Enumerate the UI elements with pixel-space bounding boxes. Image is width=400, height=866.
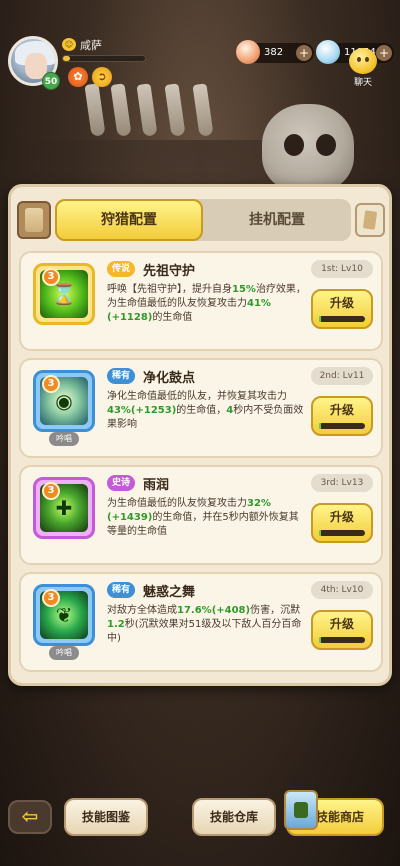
swirl-buff-icon[interactable]: ➲	[92, 67, 112, 87]
player-name: 咸萨	[80, 39, 102, 52]
skill-description: 净化生命值最低的队友，并恢复其攻击力43%(+1253)的生命值，4秒内不受负面…	[107, 391, 304, 430]
slot-level-tag: 1st: Lv10	[311, 260, 373, 278]
upgrade-progress	[319, 316, 365, 322]
upgrade-button[interactable]: 升级	[311, 289, 373, 329]
bottom-bar: ⇦ 技能图鉴 技能仓库 技能商店	[0, 790, 400, 866]
player-level-badge: 50	[42, 72, 60, 90]
star-level-badge: 3	[42, 482, 60, 500]
upgrade-progress	[319, 530, 365, 536]
rarity-badge: 稀有	[107, 368, 136, 384]
gems-value: 382	[264, 47, 284, 58]
tab-hunting-config[interactable]: 狩猎配置	[55, 199, 203, 241]
skill-card[interactable]: ✚ 3 史诗 雨润 3rd: Lv13 为生命值最低的队友恢复攻击力32%(+1…	[19, 465, 383, 565]
gem-icon	[236, 40, 260, 64]
ancestor-totem-icon: ⌛	[51, 282, 77, 306]
chat-button[interactable]: 聊天	[348, 48, 378, 88]
skill-name: 净化鼓点	[143, 371, 196, 386]
skill-book-icon	[284, 790, 318, 830]
background-skull	[262, 104, 354, 192]
star-level-badge: 3	[42, 589, 60, 607]
slot-level-tag: 2nd: Lv11	[311, 367, 373, 385]
skill-card[interactable]: ⌛ 3 传说 先祖守护 1st: Lv10 呼唤【先祖守护】，提升自身15%治疗…	[19, 251, 383, 351]
skill-config-panel: 狩猎配置 挂机配置 ⌛ 3 传说 先祖守护 1st: Lv10 呼唤【先祖守护】…	[8, 184, 392, 686]
exp-bar-fill	[63, 56, 70, 61]
skill-description: 对敌方全体造成17.6%(+408)伤害，沉默1.2秒(沉默效果对51级及以下敌…	[107, 605, 302, 644]
upgrade-button[interactable]: 升级	[311, 503, 373, 543]
chat-label: 聊天	[353, 78, 372, 88]
skill-name: 先祖守护	[143, 264, 196, 279]
skill-name: 雨润	[143, 478, 170, 493]
star-level-badge: 3	[42, 268, 60, 286]
upgrade-label: 升级	[329, 617, 354, 631]
skill-card[interactable]: ❦ 3 吟唱 稀有 魅惑之舞 4th: Lv10 对敌方全体造成17.6%(+4…	[19, 572, 383, 672]
upgrade-button[interactable]: 升级	[311, 610, 373, 650]
top-hud: 50 ☺ 咸萨 ✿ ➲ 382 + 11854 + 聊天	[0, 0, 400, 100]
skill-icon-frame[interactable]: ◉ 3	[33, 370, 95, 432]
chant-tag: 吟唱	[49, 432, 79, 446]
dancer-icon: ❦	[55, 603, 73, 627]
skill-shop-button[interactable]: 技能商店	[284, 790, 384, 836]
slot-level-tag: 4th: Lv10	[311, 581, 373, 599]
chat-face-icon	[349, 48, 377, 74]
skill-codex-button[interactable]: 技能图鉴	[64, 798, 148, 836]
exp-bar	[62, 55, 146, 62]
emoji-face-icon: ☺	[62, 38, 76, 51]
add-gems-button[interactable]: +	[296, 45, 312, 61]
upgrade-label: 升级	[329, 296, 354, 310]
skill-name: 魅惑之舞	[143, 585, 196, 600]
config-scroll-button[interactable]	[355, 203, 385, 237]
upgrade-label: 升级	[329, 403, 354, 417]
rarity-badge: 史诗	[107, 475, 136, 491]
scroll-icon[interactable]	[17, 201, 51, 239]
star-level-badge: 3	[42, 375, 60, 393]
skill-shop-label: 技能商店	[316, 810, 365, 824]
back-button[interactable]: ⇦	[8, 800, 52, 834]
skill-description: 为生命值最低的队友恢复攻击力32%(+1439)的生命值，并在5秒内额外恢复其等…	[107, 498, 299, 537]
mushroom-buff-icon[interactable]: ✿	[68, 67, 88, 87]
tab-idle-config[interactable]: 挂机配置	[203, 199, 351, 241]
skill-icon-frame[interactable]: ⌛ 3	[33, 263, 95, 325]
upgrade-progress	[319, 423, 365, 429]
add-pearls-button[interactable]: +	[376, 45, 392, 61]
slot-level-tag: 3rd: Lv13	[311, 474, 373, 492]
skill-icon-frame[interactable]: ✚ 3	[33, 477, 95, 539]
skill-description: 呼唤【先祖守护】，提升自身15%治疗效果，为生命值最低的队友恢复攻击力41%(+…	[107, 284, 306, 323]
chant-tag: 吟唱	[49, 646, 79, 660]
rarity-badge: 传说	[107, 261, 136, 277]
skill-storage-button[interactable]: 技能仓库	[192, 798, 276, 836]
skill-icon-frame[interactable]: ❦ 3	[33, 584, 95, 646]
skill-card[interactable]: ◉ 3 吟唱 稀有 净化鼓点 2nd: Lv11 净化生命值最低的队友，并恢复其…	[19, 358, 383, 458]
pearl-icon	[316, 40, 340, 64]
upgrade-button[interactable]: 升级	[311, 396, 373, 436]
tab-bar: 狩猎配置 挂机配置	[55, 199, 351, 241]
upgrade-progress	[319, 637, 365, 643]
gems-counter: 382 +	[236, 40, 314, 64]
rarity-badge: 稀有	[107, 582, 136, 598]
upgrade-label: 升级	[329, 510, 354, 524]
drum-icon: ◉	[55, 389, 73, 413]
rain-cross-icon: ✚	[55, 496, 73, 520]
